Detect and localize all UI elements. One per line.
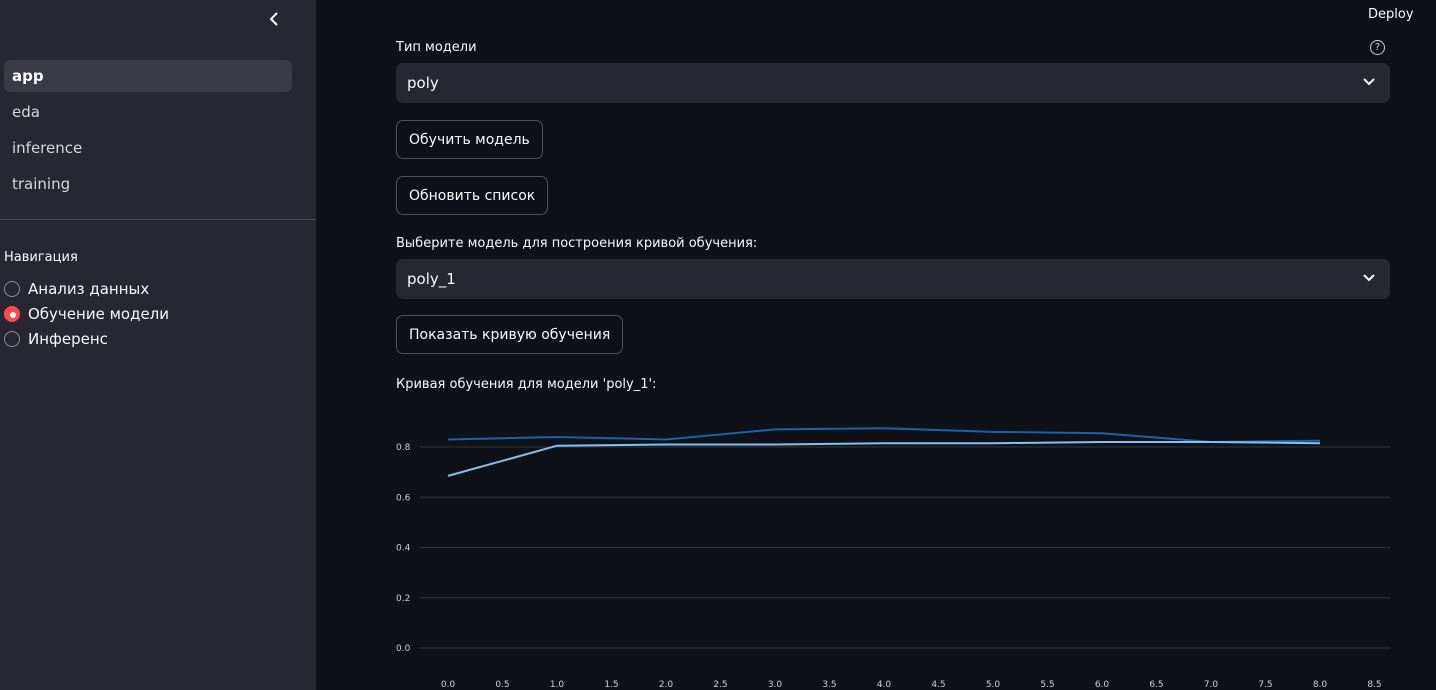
radio-unchecked-icon bbox=[4, 330, 20, 347]
x-tick-label: 8.0 bbox=[1313, 680, 1328, 690]
radio-option-label: Обучение модели bbox=[28, 304, 170, 323]
y-tick-label: 0.8 bbox=[396, 443, 411, 453]
deploy-button[interactable]: Deploy bbox=[1368, 7, 1414, 22]
x-tick-label: 1.0 bbox=[550, 680, 565, 690]
chevron-down-icon bbox=[1363, 274, 1375, 282]
model-select-label: Выберите модель для построения кривой об… bbox=[396, 236, 758, 251]
x-tick-label: 0.0 bbox=[441, 680, 456, 690]
navigation-radio-group: Анализ данных Обучение модели Инференс bbox=[4, 276, 169, 351]
radio-option-model-training[interactable]: Обучение модели bbox=[4, 301, 169, 326]
x-tick-label: 6.5 bbox=[1149, 680, 1163, 690]
x-tick-label: 5.0 bbox=[986, 680, 1001, 690]
x-tick-label: 5.5 bbox=[1040, 680, 1054, 690]
navigation-label: Навигация bbox=[4, 250, 78, 265]
x-tick-label: 4.0 bbox=[877, 680, 892, 690]
x-tick-label: 0.5 bbox=[495, 680, 509, 690]
learning-curve-chart: 0.0 0.2 0.4 0.6 0.8 0.0 0.5 1.0 1.5 2.0 2.5 3.0 3.5 4… bbox=[396, 427, 1390, 690]
x-tick-label: 4.5 bbox=[931, 680, 945, 690]
y-tick-label: 0.4 bbox=[396, 544, 411, 554]
model-type-selected-value: poly bbox=[407, 74, 439, 92]
x-tick-label: 2.5 bbox=[713, 680, 727, 690]
x-tick-label: 6.0 bbox=[1095, 680, 1110, 690]
model-curve-selected-value: poly_1 bbox=[407, 270, 456, 288]
model-type-select[interactable]: poly bbox=[396, 63, 1390, 103]
chevron-down-icon bbox=[1363, 78, 1375, 86]
radio-option-label: Анализ данных bbox=[28, 279, 150, 298]
chevron-left-icon bbox=[269, 12, 278, 26]
page-nav: app eda inference training bbox=[4, 60, 292, 204]
sidebar: app eda inference training Навигация Ана… bbox=[0, 0, 316, 690]
x-tick-label: 7.5 bbox=[1258, 680, 1272, 690]
radio-option-inference[interactable]: Инференс bbox=[4, 326, 169, 351]
collapse-sidebar-button[interactable] bbox=[263, 8, 285, 30]
y-tick-label: 0.0 bbox=[396, 644, 411, 654]
page-nav-item-app[interactable]: app bbox=[4, 60, 292, 92]
y-tick-label: 0.2 bbox=[396, 594, 410, 604]
model-curve-select[interactable]: poly_1 bbox=[396, 259, 1390, 299]
x-tick-label: 2.0 bbox=[659, 680, 674, 690]
page-nav-item-training[interactable]: training bbox=[4, 168, 292, 200]
x-tick-label: 1.5 bbox=[604, 680, 618, 690]
radio-checked-icon bbox=[4, 305, 20, 322]
radio-unchecked-icon bbox=[4, 280, 20, 297]
sidebar-divider bbox=[0, 219, 316, 220]
radio-option-label: Инференс bbox=[28, 329, 108, 348]
page-nav-item-inference[interactable]: inference bbox=[4, 132, 292, 164]
chart-caption: Кривая обучения для модели 'poly_1': bbox=[396, 377, 657, 392]
x-tick-label: 8.5 bbox=[1367, 680, 1381, 690]
refresh-list-button[interactable]: Обновить список bbox=[396, 176, 549, 215]
series-line-0 bbox=[447, 427, 1321, 444]
x-tick-label: 7.0 bbox=[1204, 680, 1219, 690]
y-tick-label: 0.6 bbox=[396, 493, 411, 503]
x-tick-label: 3.0 bbox=[768, 680, 783, 690]
help-icon[interactable]: ? bbox=[1370, 40, 1385, 55]
model-type-label: Тип модели bbox=[396, 40, 477, 55]
train-model-button[interactable]: Обучить модель bbox=[396, 120, 543, 159]
radio-option-data-analysis[interactable]: Анализ данных bbox=[4, 276, 169, 301]
x-tick-label: 3.5 bbox=[822, 680, 836, 690]
page-nav-item-eda[interactable]: eda bbox=[4, 96, 292, 128]
show-learning-curve-button[interactable]: Показать кривую обучения bbox=[396, 315, 624, 354]
